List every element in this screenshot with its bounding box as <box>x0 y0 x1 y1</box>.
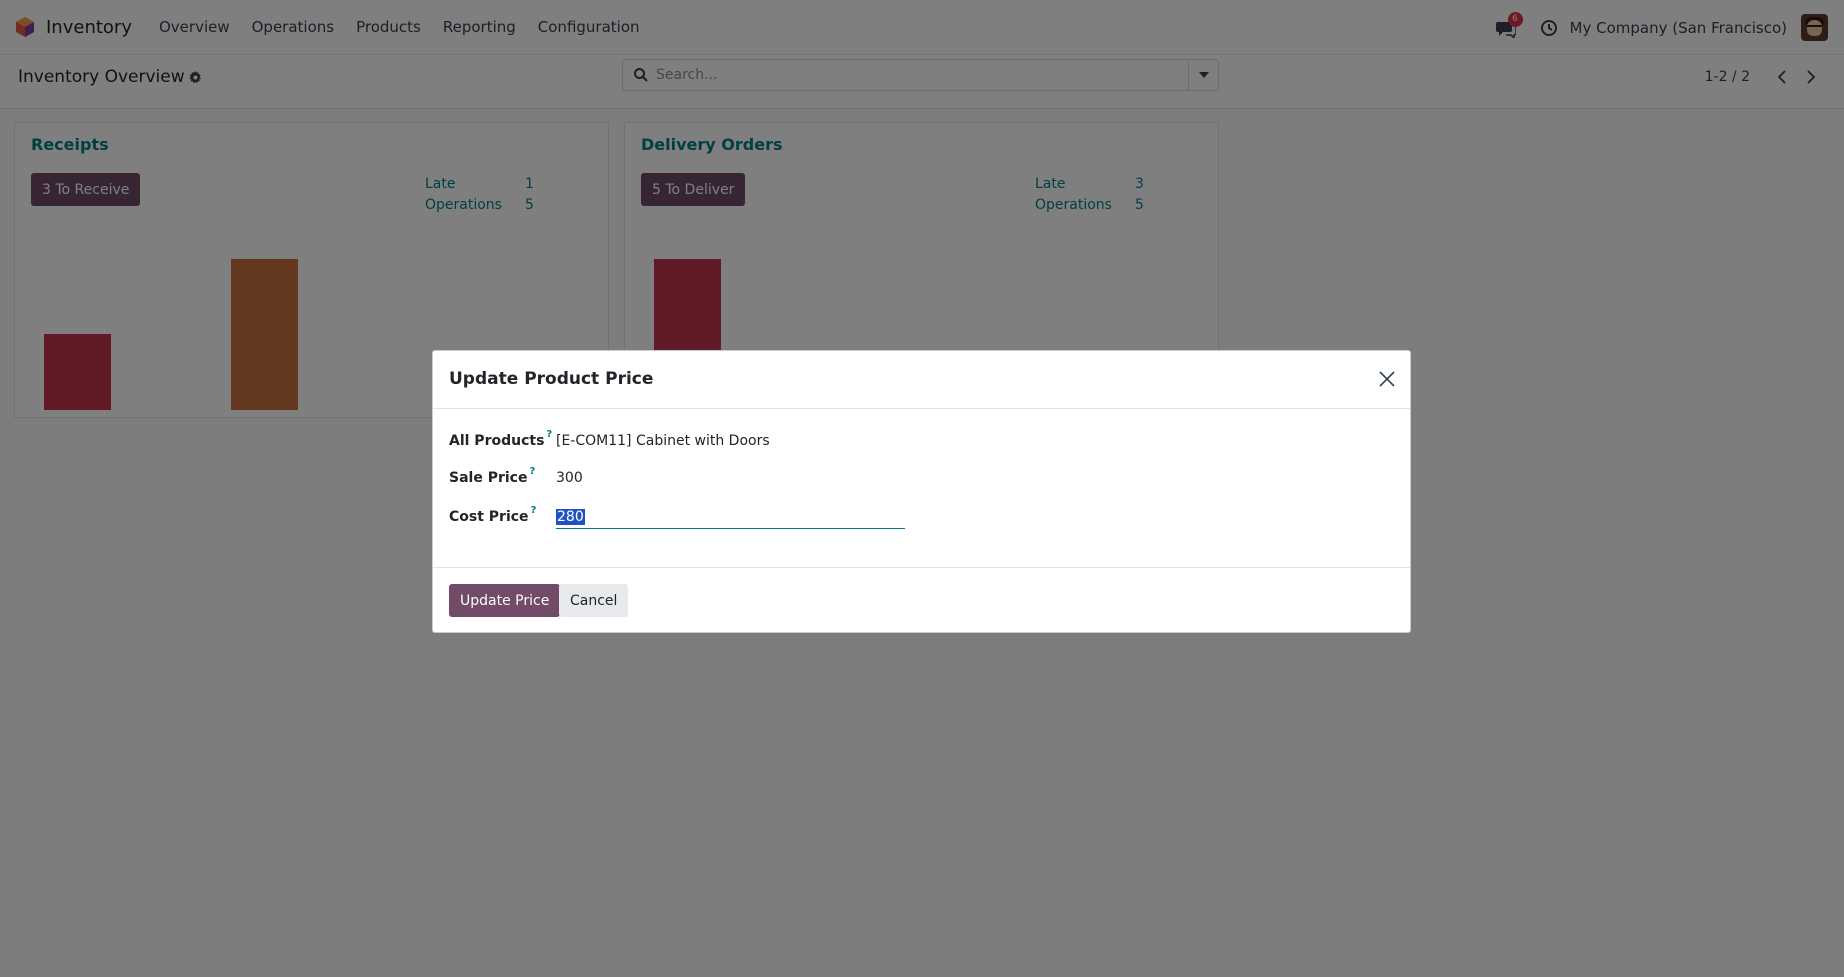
field-cost-price: Cost Price? 280 <box>449 505 905 529</box>
help-tooltip-icon[interactable]: ? <box>546 429 552 440</box>
help-tooltip-icon[interactable]: ? <box>529 466 535 477</box>
cost-price-input[interactable]: 280 <box>556 505 905 529</box>
update-price-dialog: Update Product Price All Products? [E-CO… <box>432 350 1411 633</box>
close-icon[interactable] <box>1378 370 1396 388</box>
modal-footer: Update Price Cancel <box>433 568 1410 632</box>
field-label: Cost Price <box>449 509 529 525</box>
field-all-products: All Products? [E-COM11] Cabinet with Doo… <box>449 429 770 449</box>
sale-price-value: 300 <box>556 470 583 486</box>
modal-title: Update Product Price <box>449 369 654 389</box>
modal-body: All Products? [E-COM11] Cabinet with Doo… <box>433 409 1410 568</box>
cost-price-selected-text: 280 <box>556 508 585 525</box>
update-price-button[interactable]: Update Price <box>449 584 561 617</box>
cancel-button[interactable]: Cancel <box>559 584 629 617</box>
modal-header: Update Product Price <box>433 351 1410 409</box>
field-sale-price: Sale Price? 300 <box>449 466 583 486</box>
field-label: All Products <box>449 433 545 449</box>
field-label: Sale Price <box>449 470 528 486</box>
product-value: [E-COM11] Cabinet with Doors <box>556 433 770 449</box>
help-tooltip-icon[interactable]: ? <box>531 505 537 516</box>
